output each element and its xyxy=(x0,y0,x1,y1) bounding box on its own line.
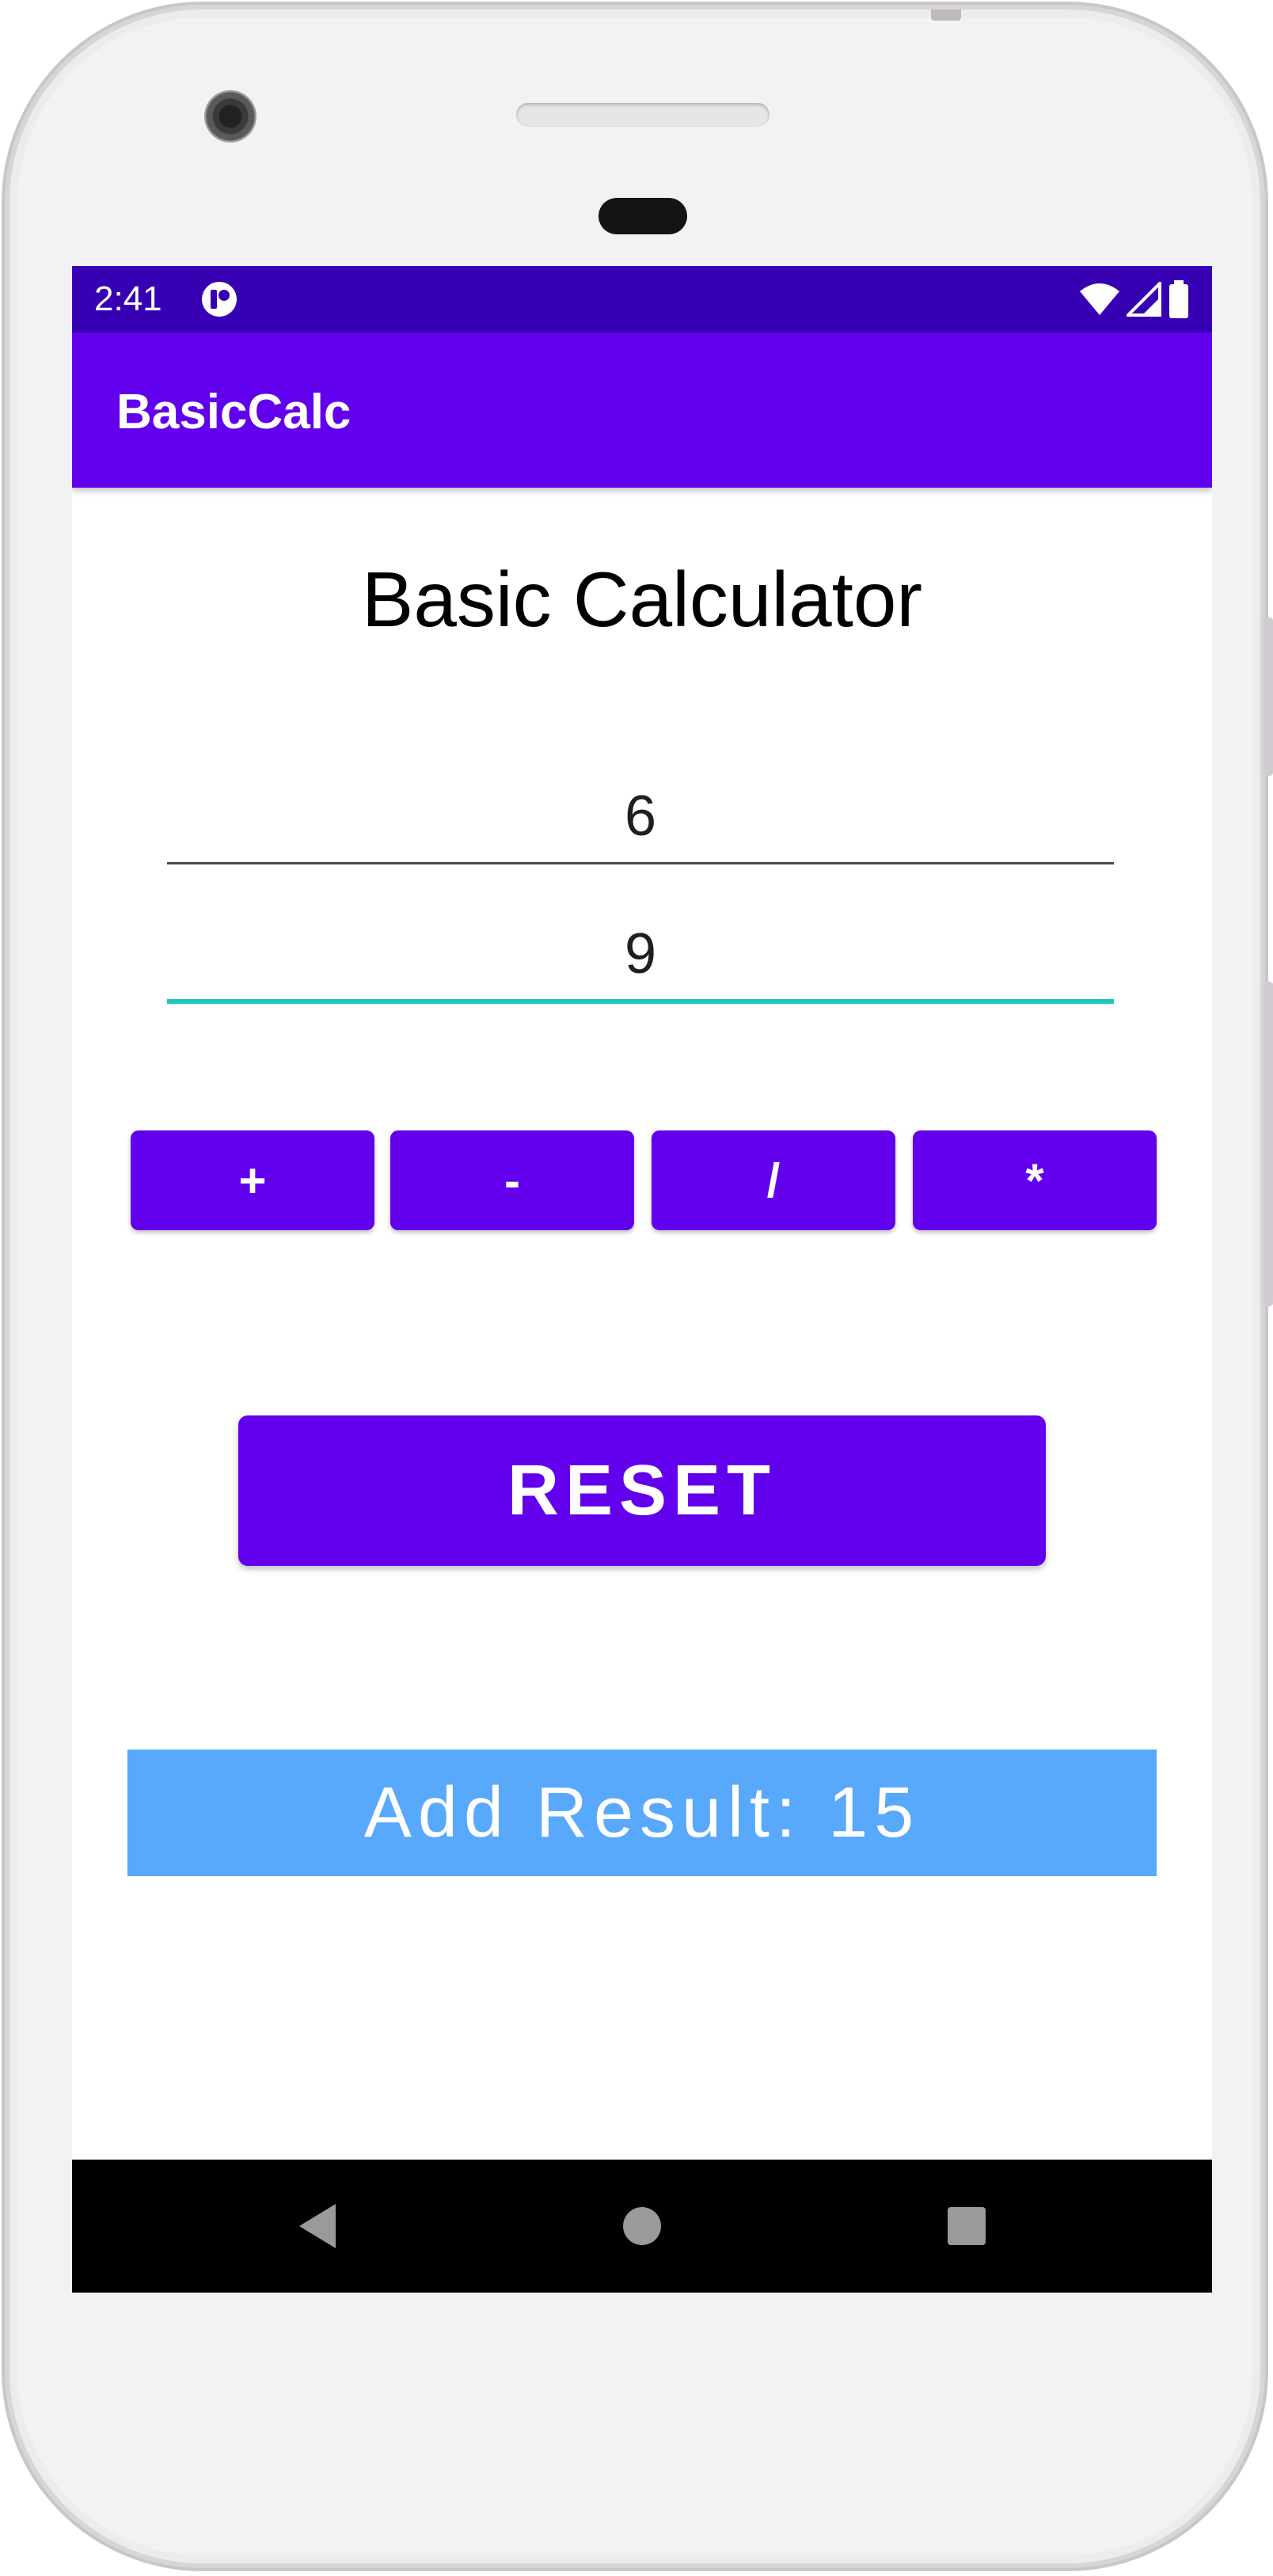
side-button xyxy=(1264,982,1273,1306)
app-bar: BasicCalc xyxy=(72,332,1212,488)
wifi-icon xyxy=(1080,283,1119,315)
status-icons xyxy=(1079,279,1190,320)
earpiece-speaker xyxy=(516,103,770,127)
app-title: BasicCalc xyxy=(116,385,352,439)
divide-button[interactable]: / xyxy=(652,1130,895,1230)
volume-button xyxy=(1264,617,1273,776)
cell-signal-icon xyxy=(1127,282,1161,317)
recents-icon[interactable] xyxy=(940,2199,994,2253)
power-button-top xyxy=(931,9,961,21)
navigation-bar xyxy=(72,2160,1212,2293)
app-notification-icon xyxy=(202,282,237,317)
back-icon[interactable] xyxy=(291,2199,344,2253)
page-title: Basic Calculator xyxy=(361,556,923,643)
first-number-input[interactable] xyxy=(167,769,1114,864)
phone-frame: 2:41 BasicCalc Basic Calculator 6 9 + - … xyxy=(5,5,1265,2568)
reset-button[interactable]: RESET xyxy=(238,1415,1046,1566)
status-bar: 2:41 xyxy=(72,266,1212,332)
result-display: Add Result: 15 xyxy=(127,1750,1157,1876)
battery-icon xyxy=(1169,280,1188,318)
front-camera xyxy=(204,90,256,142)
device-screen: 2:41 BasicCalc Basic Calculator 6 9 + - … xyxy=(72,266,1212,2293)
proximity-sensor xyxy=(598,198,687,234)
multiply-button[interactable]: * xyxy=(913,1130,1157,1230)
subtract-button[interactable]: - xyxy=(390,1130,634,1230)
add-button[interactable]: + xyxy=(131,1130,374,1230)
status-time: 2:41 xyxy=(94,279,162,318)
home-icon[interactable] xyxy=(615,2199,669,2253)
second-number-input[interactable] xyxy=(167,909,1114,1004)
